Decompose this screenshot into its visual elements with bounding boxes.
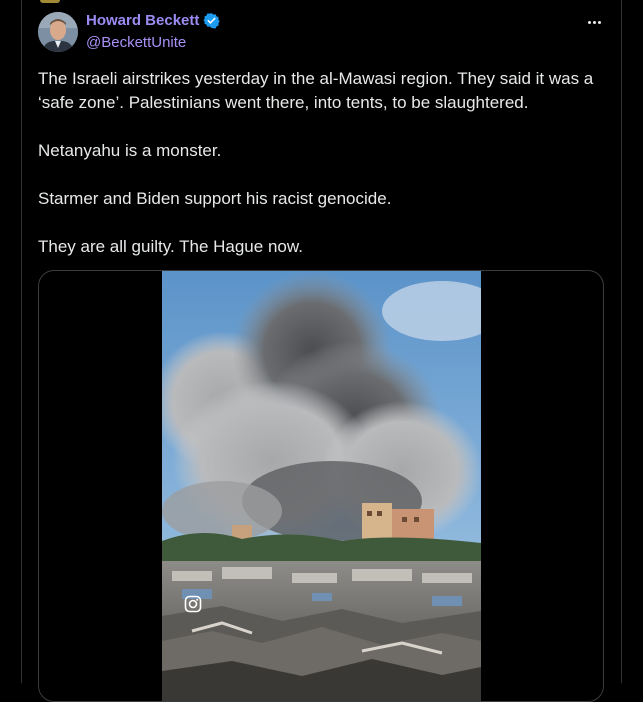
more-options-icon[interactable] (583, 12, 605, 32)
verified-badge-icon (203, 13, 221, 29)
tweet-paragraph: Netanyahu is a monster. (38, 141, 222, 160)
tweet-paragraph: Starmer and Biden support his racist gen… (38, 189, 392, 208)
previous-post-avatar-edge (40, 0, 60, 3)
video-player[interactable] (162, 271, 481, 701)
author-handle[interactable]: @BeckettUnite (86, 34, 186, 51)
video-frame-image (162, 271, 481, 701)
instagram-icon (184, 595, 202, 613)
tweet-media[interactable] (38, 270, 604, 702)
avatar[interactable] (38, 12, 78, 52)
tweet-paragraph: The Israeli airstrikes yesterday in the … (38, 69, 594, 112)
timeline-left-border (21, 0, 22, 683)
tweet-paragraph: They are all guilty. The Hague now. (38, 237, 303, 256)
timeline-right-border (621, 0, 622, 683)
tweet-text: The Israeli airstrikes yesterday in the … (38, 67, 608, 283)
author-display-name[interactable]: Howard Beckett (86, 12, 199, 29)
